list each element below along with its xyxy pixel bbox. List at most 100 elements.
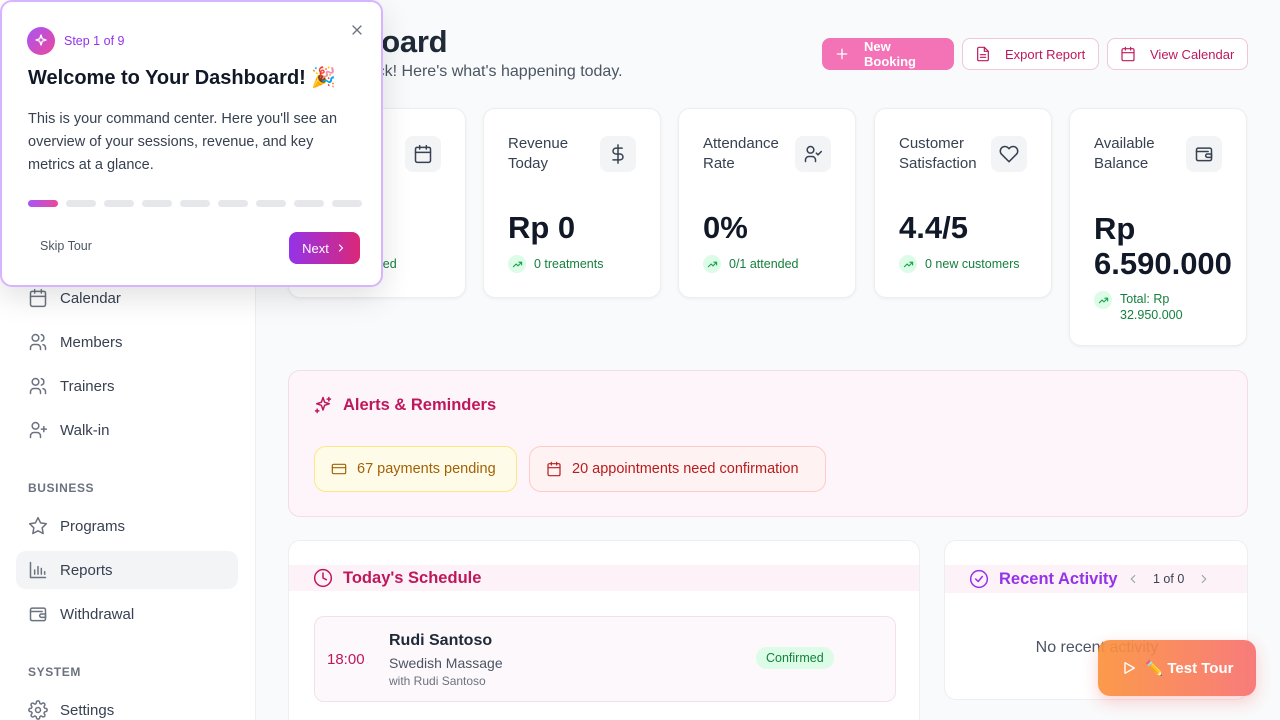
tour-description: This is your command center. Here you'll… <box>28 111 338 173</box>
test-tour-button[interactable]: ✏️ Test Tour <box>1098 640 1256 696</box>
user-check-icon <box>795 136 831 172</box>
stat-sub-text: 0/1 attended <box>729 257 799 271</box>
chevron-left-icon[interactable] <box>1123 569 1143 589</box>
trending-up-icon <box>703 255 721 273</box>
dollar-icon <box>600 136 636 172</box>
payments-pending-alert[interactable]: 67 payments pending <box>314 446 517 492</box>
stat-sub: 0 new customers <box>899 255 1019 273</box>
sidebar-section-system: SYSTEM <box>28 665 81 679</box>
stat-label: Customer Satisfaction <box>899 135 977 172</box>
skip-tour-button[interactable]: Skip Tour <box>40 239 92 253</box>
export-report-button[interactable]: Export Report <box>962 38 1099 70</box>
session-time: 18:00 <box>327 651 365 668</box>
stat-label: Attendance Rate <box>703 135 779 172</box>
users-icon <box>29 333 47 351</box>
wallet-icon <box>29 607 47 622</box>
stat-value: Rp 6.590.000 <box>1094 211 1232 281</box>
stat-sub-text: 0 treatments <box>534 257 604 271</box>
wallet-icon <box>1186 136 1222 172</box>
sidebar-item-label: Programs <box>60 517 126 535</box>
stat-value: Rp 0 <box>508 210 576 245</box>
tour-progress-dot <box>180 200 210 207</box>
sidebar-item-trainers[interactable]: Trainers <box>16 367 238 405</box>
close-icon[interactable] <box>346 19 368 41</box>
stat-value: 4.4/5 <box>899 210 968 245</box>
session-trainer: with Rudi Santoso <box>389 674 486 688</box>
alerts-header: Alerts & Reminders <box>313 395 496 415</box>
sidebar-item-walk-in[interactable]: Walk-in <box>16 411 238 449</box>
heart-icon <box>991 136 1027 172</box>
stat-sub-text: 0 new customers <box>925 257 1020 271</box>
tour-progress-dot <box>28 200 58 207</box>
pager-text: 1 of 0 <box>1153 572 1185 586</box>
activity-pager: 1 of 0 <box>1123 569 1214 589</box>
play-icon <box>1123 662 1135 674</box>
sidebar-item-label: Settings <box>60 701 115 719</box>
schedule-card: Today's Schedule 18:00 Rudi Santoso Swed… <box>288 540 920 720</box>
alerts-title: Alerts & Reminders <box>343 395 497 414</box>
alerts-card: Alerts & Reminders 67 payments pending 2… <box>288 370 1248 517</box>
sidebar-item-programs[interactable]: Programs <box>16 507 238 545</box>
view-calendar-label: View Calendar <box>1150 46 1235 62</box>
file-text-icon <box>977 46 989 62</box>
chevron-right-icon <box>338 244 343 252</box>
chevron-right-icon[interactable] <box>1194 569 1214 589</box>
stat-card-balance: Available Balance Rp 6.590.000 Total: Rp… <box>1069 108 1247 346</box>
bar-chart-icon <box>29 561 47 579</box>
calendar-icon <box>405 136 441 172</box>
sidebar-item-reports[interactable]: Reports <box>16 551 238 589</box>
sidebar-item-label: Withdrawal <box>60 605 135 623</box>
stat-card-revenue: Revenue Today Rp 0 0 treatments <box>483 108 661 298</box>
credit-card-icon <box>331 463 347 475</box>
tour-progress-dot <box>66 200 96 207</box>
sidebar-item-label: Calendar <box>60 289 121 307</box>
stat-label: Available Balance <box>1094 135 1155 172</box>
plus-icon <box>836 48 848 60</box>
stat-label: Revenue Today <box>508 135 569 172</box>
activity-header: Recent Activity <box>969 566 1118 592</box>
schedule-header: Today's Schedule <box>313 565 481 591</box>
star-icon <box>28 516 48 535</box>
trending-up-icon <box>899 255 917 273</box>
tour-progress-dot <box>104 200 134 207</box>
sidebar-item-withdrawal[interactable]: Withdrawal <box>16 595 238 633</box>
users-icon <box>29 377 47 395</box>
sparkles-icon <box>314 396 332 414</box>
view-calendar-button[interactable]: View Calendar <box>1107 38 1248 70</box>
sidebar-item-members[interactable]: Members <box>16 323 238 361</box>
calendar-icon <box>547 461 561 477</box>
trending-up-icon <box>1094 291 1112 309</box>
payments-pending-text: 67 payments pending <box>357 461 496 477</box>
sidebar-item-settings[interactable]: Settings <box>16 691 238 720</box>
stat-sub: 0/1 attended <box>703 255 799 273</box>
tour-progress-dot <box>332 200 362 207</box>
tour-progress-dot <box>256 200 286 207</box>
schedule-session[interactable]: 18:00 Rudi Santoso Swedish Massage with … <box>314 616 896 702</box>
new-booking-button[interactable]: New Booking <box>822 38 954 70</box>
sidebar-item-label: Walk-in <box>60 421 110 439</box>
next-label: Next <box>302 240 329 256</box>
sidebar-section-business: BUSINESS <box>28 481 95 495</box>
sidebar-item-label: Trainers <box>60 377 115 395</box>
tour-progress-dot <box>218 200 248 207</box>
tour-progress <box>28 200 362 207</box>
appointments-confirmation-alert[interactable]: 20 appointments need confirmation <box>529 446 826 492</box>
sparkles-icon <box>27 27 55 55</box>
tour-progress-dot <box>142 200 172 207</box>
session-customer-name: Rudi Santoso <box>389 632 493 649</box>
stat-card-attendance: Attendance Rate 0% 0/1 attended <box>678 108 856 298</box>
stat-card-satisfaction: Customer Satisfaction 4.4/5 0 new custom… <box>874 108 1052 298</box>
next-button[interactable]: Next <box>289 232 360 264</box>
stat-value: 0% <box>703 210 748 245</box>
schedule-title: Today's Schedule <box>343 568 482 587</box>
tour-title: Welcome to Your Dashboard! 🎉 <box>28 67 337 89</box>
clock-icon <box>313 568 333 588</box>
new-booking-label: New Booking <box>864 39 916 69</box>
sidebar-item-label: Members <box>60 333 123 351</box>
stat-sub: Total: Rp 32.950.000 <box>1094 291 1210 323</box>
stat-sub: 0 treatments <box>508 255 603 273</box>
calendar-icon <box>29 288 47 308</box>
status-badge: Confirmed <box>756 647 834 669</box>
user-plus-icon <box>29 421 48 439</box>
tour-popover: Step 1 of 9 Welcome to Your Dashboard! 🎉… <box>0 0 383 287</box>
